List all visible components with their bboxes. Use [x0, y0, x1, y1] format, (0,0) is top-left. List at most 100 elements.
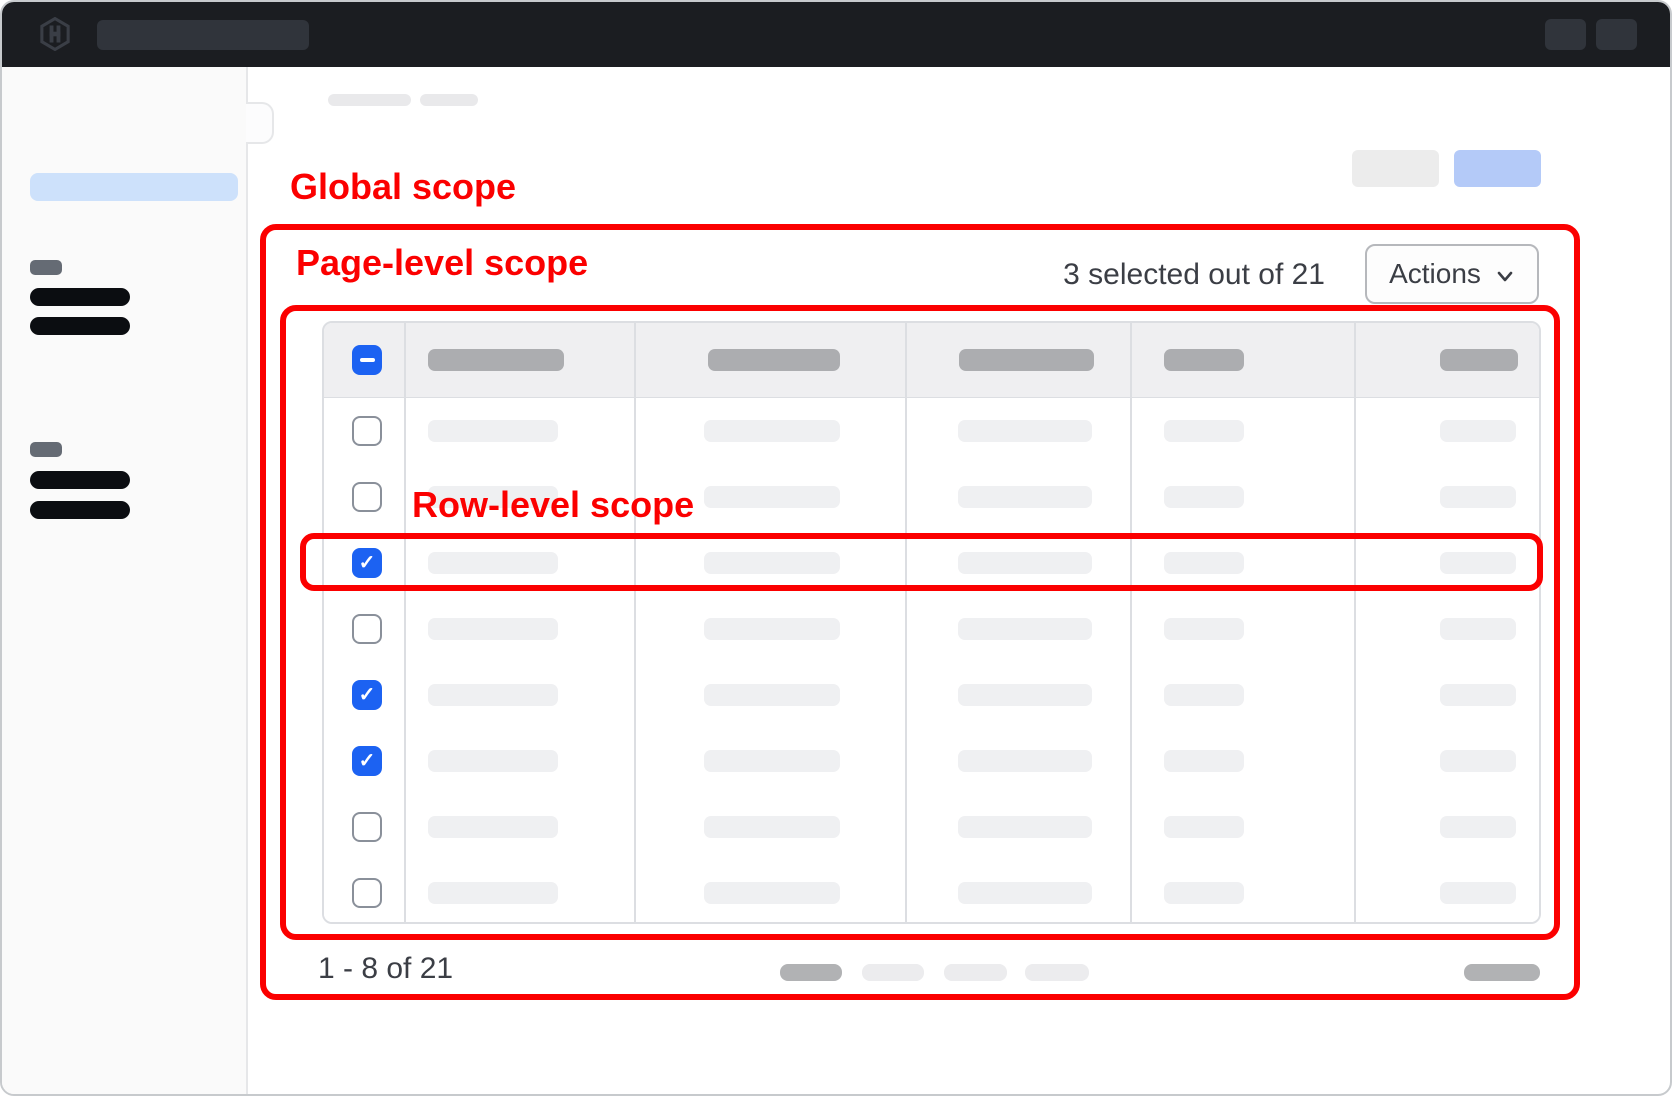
- cell-skeleton: [704, 420, 840, 442]
- cell-skeleton: [428, 684, 558, 706]
- cell-skeleton: [704, 882, 840, 904]
- cell-skeleton: [958, 618, 1092, 640]
- table-row: [324, 728, 1539, 794]
- sidebar-item-4[interactable]: [30, 501, 130, 519]
- cell-skeleton: [1164, 816, 1244, 838]
- pagination-page-control[interactable]: [1025, 964, 1089, 981]
- column-divider: [1354, 323, 1356, 922]
- cell-skeleton: [958, 882, 1092, 904]
- breadcrumb-segment-2: [420, 94, 478, 106]
- sidebar-section-label-2: [30, 442, 62, 457]
- cell-skeleton: [1440, 420, 1516, 442]
- column-header-skeleton: [1440, 349, 1518, 371]
- row-checkbox[interactable]: [352, 416, 382, 446]
- cell-skeleton: [958, 552, 1092, 574]
- cell-skeleton: [1164, 486, 1244, 508]
- cell-skeleton: [1164, 750, 1244, 772]
- cell-skeleton: [1164, 684, 1244, 706]
- selection-summary: 3 selected out of 21: [1063, 258, 1325, 292]
- cell-skeleton: [1164, 420, 1244, 442]
- cell-skeleton: [958, 420, 1092, 442]
- primary-button[interactable]: [1454, 150, 1541, 187]
- top-navbar: [2, 2, 1670, 67]
- cell-skeleton: [428, 882, 558, 904]
- column-header-skeleton: [708, 349, 840, 371]
- pagination-page-control[interactable]: [944, 964, 1007, 981]
- cell-skeleton: [1164, 552, 1244, 574]
- cell-skeleton: [1440, 552, 1516, 574]
- sidebar-toggle-flap[interactable]: [246, 102, 274, 144]
- table-row: [324, 398, 1539, 464]
- row-checkbox[interactable]: [352, 548, 382, 578]
- row-checkbox[interactable]: [352, 680, 382, 710]
- select-all-checkbox[interactable]: [352, 345, 382, 375]
- column-header-skeleton: [959, 349, 1094, 371]
- row-checkbox[interactable]: [352, 614, 382, 644]
- table-header-row: [324, 323, 1539, 398]
- cell-skeleton: [704, 816, 840, 838]
- actions-dropdown-button[interactable]: Actions: [1365, 244, 1539, 304]
- annotation-global-scope: Global scope: [290, 166, 516, 208]
- cell-skeleton: [428, 420, 558, 442]
- column-divider: [634, 323, 636, 922]
- data-table: [322, 321, 1541, 924]
- secondary-button[interactable]: [1352, 150, 1439, 187]
- cell-skeleton: [958, 816, 1092, 838]
- pagination-range-label: 1 - 8 of 21: [318, 952, 453, 986]
- cell-skeleton: [428, 618, 558, 640]
- table-row: [324, 662, 1539, 728]
- table-row: [324, 860, 1539, 924]
- cell-skeleton: [1440, 816, 1516, 838]
- sidebar-item-3[interactable]: [30, 471, 130, 489]
- breadcrumb-segment-1: [328, 94, 411, 106]
- sidebar-section-label-1: [30, 260, 62, 275]
- column-divider: [1130, 323, 1132, 922]
- hashicorp-logo-icon[interactable]: [38, 17, 72, 51]
- sidebar-item-2[interactable]: [30, 317, 130, 335]
- cell-skeleton: [1440, 618, 1516, 640]
- row-checkbox[interactable]: [352, 482, 382, 512]
- table-body: [324, 398, 1539, 924]
- sidebar-item-1[interactable]: [30, 288, 130, 306]
- cell-skeleton: [1164, 618, 1244, 640]
- cell-skeleton: [1164, 882, 1244, 904]
- cell-skeleton: [428, 816, 558, 838]
- cell-skeleton: [704, 750, 840, 772]
- pagination-next-control[interactable]: [1464, 964, 1540, 981]
- cell-skeleton: [704, 684, 840, 706]
- cell-skeleton: [1440, 882, 1516, 904]
- sidebar-active-item[interactable]: [30, 173, 238, 201]
- cell-skeleton: [428, 552, 558, 574]
- cell-skeleton: [958, 684, 1092, 706]
- chevron-down-icon: [1495, 266, 1515, 286]
- cell-skeleton: [958, 486, 1092, 508]
- nav-action-button-2[interactable]: [1596, 19, 1637, 50]
- cell-skeleton: [958, 750, 1092, 772]
- column-divider: [905, 323, 907, 922]
- column-header-skeleton: [1164, 349, 1244, 371]
- pagination-page-control[interactable]: [862, 964, 924, 981]
- cell-skeleton: [704, 618, 840, 640]
- table-row: [324, 530, 1539, 596]
- cell-skeleton: [1440, 486, 1516, 508]
- column-divider: [404, 323, 406, 922]
- column-header-skeleton: [428, 349, 564, 371]
- table-row: [324, 596, 1539, 662]
- table-row: [324, 794, 1539, 860]
- search-input[interactable]: [97, 20, 309, 50]
- pagination-prev-control[interactable]: [780, 964, 842, 981]
- app-frame: Global scope Page-level scope Row-level …: [0, 0, 1672, 1096]
- row-checkbox[interactable]: [352, 878, 382, 908]
- nav-action-button-1[interactable]: [1545, 19, 1586, 50]
- cell-skeleton: [1440, 684, 1516, 706]
- cell-skeleton: [428, 750, 558, 772]
- actions-dropdown-label: Actions: [1389, 258, 1481, 290]
- annotation-page-scope: Page-level scope: [296, 242, 588, 284]
- row-checkbox[interactable]: [352, 812, 382, 842]
- cell-skeleton: [704, 552, 840, 574]
- cell-skeleton: [1440, 750, 1516, 772]
- annotation-row-scope: Row-level scope: [412, 484, 694, 526]
- row-checkbox[interactable]: [352, 746, 382, 776]
- cell-skeleton: [704, 486, 840, 508]
- sidebar: [2, 67, 248, 1096]
